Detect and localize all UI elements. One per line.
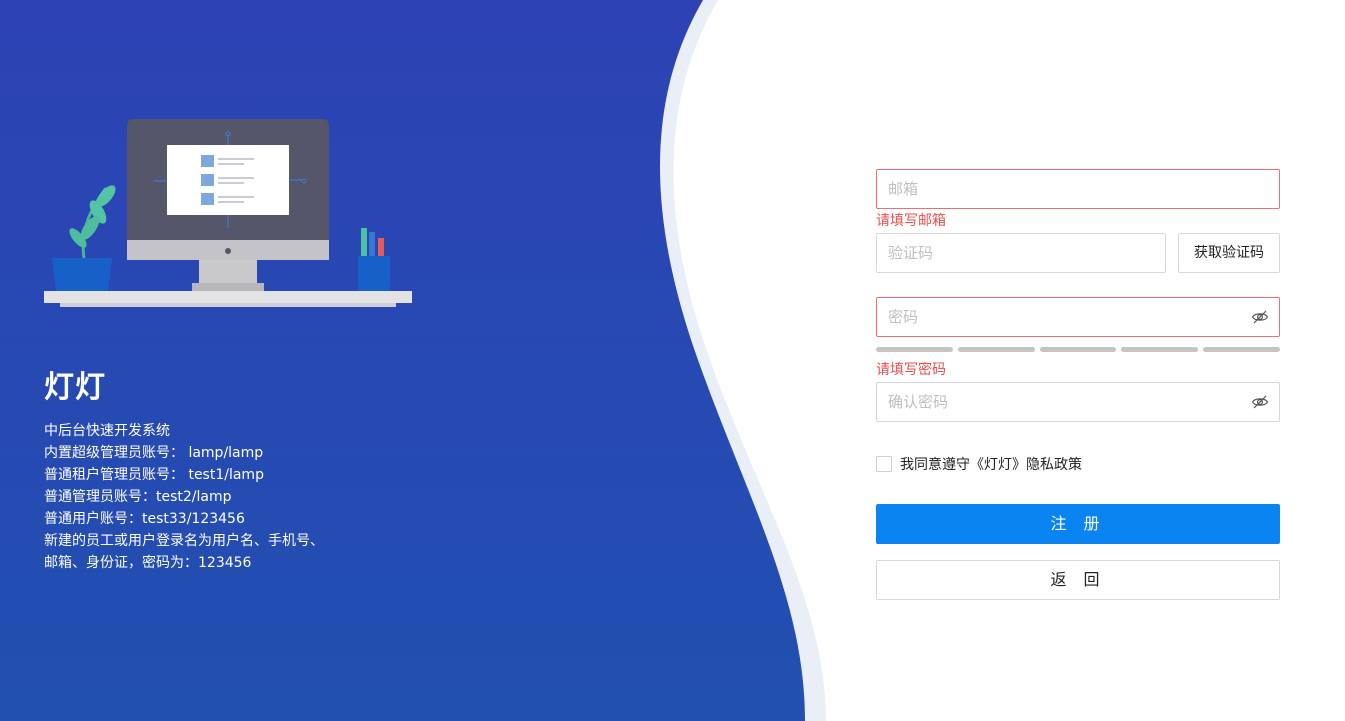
brand-intro: 中后台快速开发系统 内置超级管理员账号： lamp/lamp 普通租户管理员账号… [44, 420, 364, 574]
intro-line: 中后台快速开发系统 [44, 423, 170, 439]
register-page: 灯灯 中后台快速开发系统 内置超级管理员账号： lamp/lamp 普通租户管理… [0, 0, 1345, 721]
intro-line: 内置超级管理员账号： lamp/lamp [44, 445, 264, 461]
strength-segment [957, 347, 1035, 352]
intro-line: 邮箱、身份证，密码为：123456 [44, 555, 252, 571]
brand-title: 灯灯 [44, 370, 106, 405]
verification-code-row: 获取验证码 [876, 233, 1280, 273]
privacy-agreement: 我同意遵守《灯灯》隐私政策 [876, 454, 1280, 474]
get-code-button[interactable]: 获取验证码 [1178, 233, 1280, 273]
back-button[interactable]: 返 回 [876, 560, 1280, 600]
password-field-wrapper [876, 297, 1280, 337]
intro-line: 普通用户账号：test33/123456 [44, 511, 245, 527]
email-error: 请填写邮箱 [876, 213, 946, 229]
password-strength-meter [876, 347, 1280, 352]
eye-off-icon[interactable] [1251, 393, 1269, 411]
agree-label[interactable]: 我同意遵守《灯灯》隐私政策 [900, 454, 1082, 474]
strength-segment [1203, 347, 1280, 352]
verification-code-input[interactable] [877, 234, 1165, 272]
eye-off-icon[interactable] [1251, 308, 1269, 326]
register-button[interactable]: 注 册 [876, 504, 1280, 544]
strength-segment [1039, 347, 1117, 352]
confirm-password-field-wrapper [876, 382, 1280, 422]
confirm-password-input[interactable] [877, 383, 1279, 421]
intro-line: 普通管理员账号：test2/lamp [44, 489, 232, 505]
strength-segment [1121, 347, 1199, 352]
agree-checkbox[interactable] [876, 456, 892, 472]
intro-line: 普通租户管理员账号： test1/lamp [44, 467, 264, 483]
intro-line: 新建的员工或用户登录名为用户名、手机号、 [44, 533, 324, 549]
email-input[interactable] [877, 170, 1279, 208]
strength-segment [876, 347, 953, 352]
desk-illustration [44, 119, 412, 307]
email-field-wrapper [876, 169, 1280, 209]
register-form: 请填写邮箱 获取验证码 请填写密码 [876, 169, 1280, 600]
password-error: 请填写密码 [876, 362, 946, 378]
password-input[interactable] [877, 298, 1279, 336]
code-field-wrapper [876, 233, 1166, 273]
